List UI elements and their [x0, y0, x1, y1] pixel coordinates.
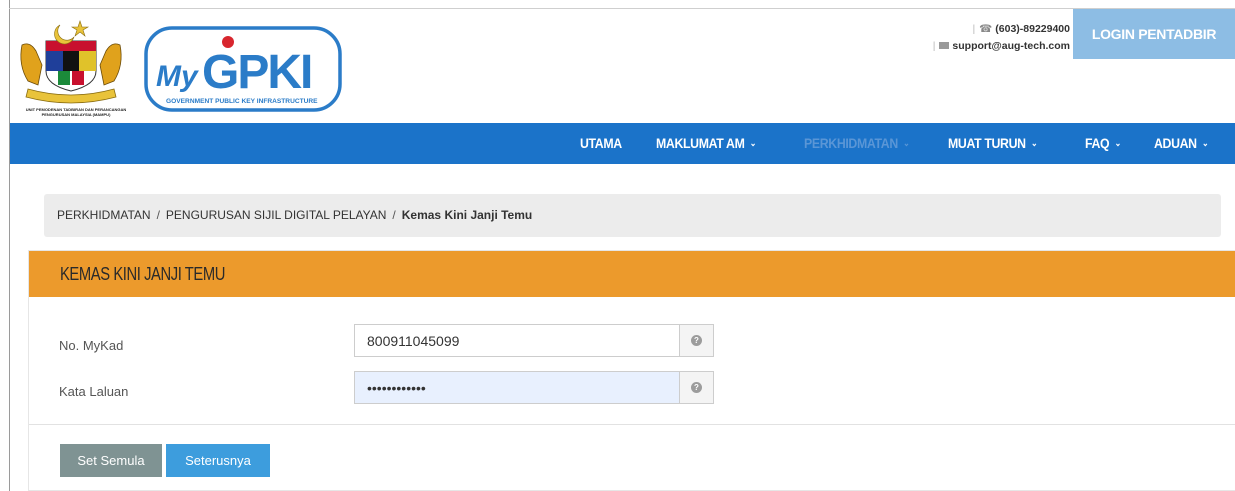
chevron-down-icon: ⌄	[903, 138, 910, 148]
reset-button[interactable]: Set Semula	[60, 444, 162, 477]
chevron-down-icon: ⌄	[1030, 138, 1038, 148]
chevron-down-icon: ⌄	[749, 138, 757, 148]
nav-item-maklumat-am[interactable]: MAKLUMAT AM ⌄	[656, 123, 756, 164]
mygpki-logo[interactable]: My GPKI GOVERNMENT PUBLIC KEY INFRASTRUC…	[144, 26, 342, 112]
crest-caption: UNIT PEMODENAN TADBIRAN DAN PERANCANGAN …	[25, 107, 127, 117]
panel-title: KEMAS KINI JANJI TEMU	[60, 264, 225, 284]
email-row: | support@aug-tech.com	[932, 40, 1070, 52]
chevron-down-icon: ⌄	[1202, 138, 1209, 148]
mykad-help-addon[interactable]: ?	[679, 325, 713, 356]
phone-number: (603)-89229400	[995, 23, 1070, 35]
panel-header: KEMAS KINI JANJI TEMU	[29, 251, 1235, 297]
question-circle-icon: ?	[691, 335, 702, 346]
form-divider	[29, 424, 1235, 425]
logo-my-text: My	[156, 60, 199, 93]
password-input[interactable]	[355, 372, 679, 403]
mykad-input[interactable]	[355, 325, 679, 356]
nav-item-perkhidmatan[interactable]: PERKHIDMATAN ⌄	[804, 123, 910, 164]
password-label: Kata Laluan	[59, 384, 129, 399]
coat-of-arms-logo: UNIT PEMODENAN TADBIRAN DAN PERANCANGAN …	[16, 15, 126, 123]
nav-item-aduan[interactable]: ADUAN ⌄	[1154, 123, 1209, 164]
chevron-down-icon: ⌄	[1114, 138, 1122, 148]
breadcrumb: PERKHIDMATAN / PENGURUSAN SIJIL DIGITAL PE…	[44, 194, 1221, 237]
next-button[interactable]: Seterusnya	[166, 444, 270, 477]
email-address[interactable]: support@aug-tech.com	[952, 40, 1070, 52]
logo-subtitle: GOVERNMENT PUBLIC KEY INFRASTRUCTURE	[166, 98, 318, 105]
main-navigation: UTAMA MAKLUMAT AM ⌄ PERKHIDMATAN ⌄ MUAT TU…	[10, 123, 1235, 164]
breadcrumb-item-perkhidmatan[interactable]: PERKHIDMATAN	[57, 208, 151, 222]
breadcrumb-item-pengurusan[interactable]: PENGURUSAN SIJIL DIGITAL PELAYAN	[166, 208, 387, 222]
phone-row: | ☎ (603)-89229400	[910, 21, 1070, 38]
logo-gpki-text: GPKI	[202, 46, 311, 99]
nav-item-faq[interactable]: FAQ ⌄	[1085, 123, 1121, 164]
password-input-group: ?	[354, 371, 714, 404]
update-appointment-panel: KEMAS KINI JANJI TEMU No. MyKad ? Kata L…	[28, 250, 1235, 491]
nav-item-muat-turun[interactable]: MUAT TURUN ⌄	[948, 123, 1038, 164]
mykad-label: No. MyKad	[59, 338, 124, 353]
contact-info: | ☎ (603)-89229400 | support@aug-tech.com	[910, 21, 1070, 55]
phone-icon: ☎	[979, 23, 993, 35]
nav-item-utama[interactable]: UTAMA	[580, 123, 622, 164]
breadcrumb-current: Kemas Kini Janji Temu	[401, 208, 533, 222]
envelope-icon	[939, 41, 950, 49]
password-help-addon[interactable]: ?	[679, 372, 713, 403]
mykad-input-group: ?	[354, 324, 714, 357]
question-circle-icon: ?	[691, 382, 702, 393]
login-admin-button[interactable]: LOGIN PENTADBIR	[1073, 9, 1235, 59]
site-header: UNIT PEMODENAN TADBIRAN DAN PERANCANGAN …	[10, 9, 1235, 123]
